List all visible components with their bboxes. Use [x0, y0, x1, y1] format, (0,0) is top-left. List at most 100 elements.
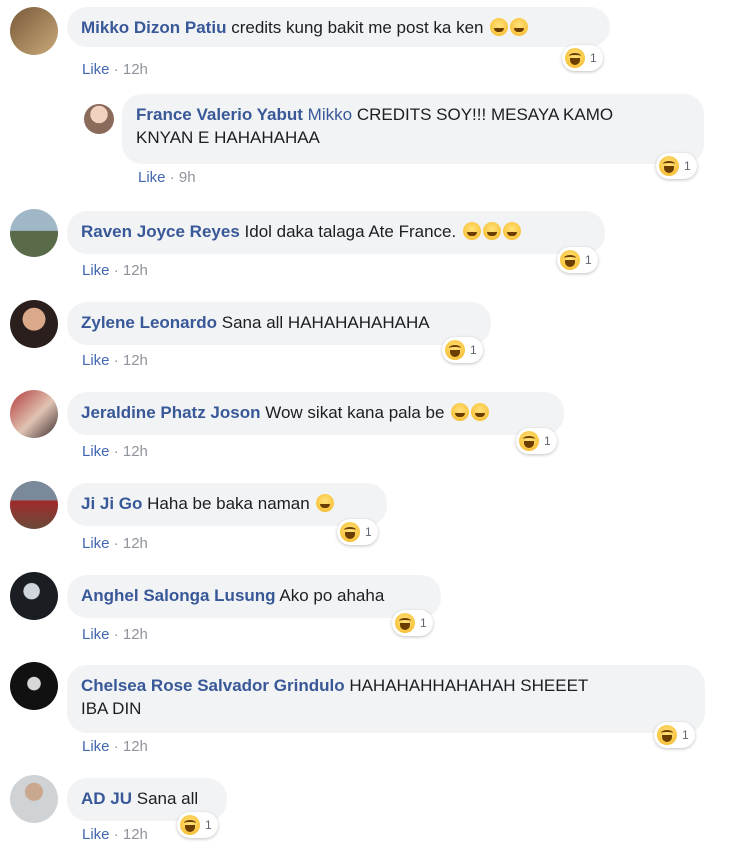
- comment-meta: Like · 9h: [138, 169, 196, 186]
- comment-text-line2: IBA DIN: [81, 699, 142, 718]
- timestamp[interactable]: 9h: [179, 169, 196, 186]
- comment-bubble: Raven Joyce Reyes Idol daka talaga Ate F…: [67, 211, 605, 254]
- comment-bubble: Anghel Salonga Lusung Ako po ahaha: [67, 575, 441, 618]
- timestamp[interactable]: 12h: [123, 61, 148, 78]
- reaction-badge[interactable]: 1: [392, 610, 433, 636]
- comment-text: Idol daka talaga Ate France.: [244, 222, 457, 241]
- emoji-icon: [490, 18, 509, 36]
- comment-meta: Like · 12h: [82, 826, 148, 843]
- avatar[interactable]: [10, 572, 58, 620]
- like-link[interactable]: Like: [82, 535, 110, 552]
- avatar[interactable]: [10, 481, 58, 529]
- timestamp[interactable]: 12h: [123, 443, 148, 460]
- avatar[interactable]: [10, 209, 58, 257]
- emoji-icon: [482, 222, 501, 240]
- avatar[interactable]: [10, 662, 58, 710]
- emoji-icon: [316, 494, 335, 512]
- like-link[interactable]: Like: [82, 61, 110, 78]
- reaction-badge[interactable]: 1: [177, 812, 218, 838]
- avatar[interactable]: [10, 390, 58, 438]
- comment-bubble: Jeraldine Phatz Joson Wow sikat kana pal…: [67, 392, 564, 435]
- comment-text: credits kung bakit me post ka ken: [231, 18, 484, 37]
- haha-reaction-icon: [519, 431, 539, 451]
- separator: ·: [113, 352, 119, 369]
- timestamp[interactable]: 12h: [123, 352, 148, 369]
- like-link[interactable]: Like: [82, 352, 110, 369]
- comment-meta: Like · 12h: [82, 352, 148, 369]
- like-link[interactable]: Like: [138, 169, 166, 186]
- comment-author[interactable]: Chelsea Rose Salvador Grindulo: [81, 676, 345, 695]
- like-link[interactable]: Like: [82, 626, 110, 643]
- separator: ·: [113, 738, 119, 755]
- comment-meta: Like · 12h: [82, 262, 148, 279]
- separator: ·: [113, 61, 119, 78]
- comment-text: Wow sikat kana pala be: [265, 403, 445, 422]
- comment-meta: Like · 12h: [82, 443, 148, 460]
- comment-text-line2: KNYAN E HAHAHAHAA: [136, 128, 320, 147]
- timestamp[interactable]: 12h: [123, 826, 148, 843]
- comment-author[interactable]: Raven Joyce Reyes: [81, 222, 240, 241]
- comment-text: HAHAHAHHAHAHAH SHEEET: [349, 676, 589, 695]
- reaction-count: 1: [684, 159, 691, 173]
- comment-author[interactable]: Ji Ji Go: [81, 494, 142, 513]
- comment-author[interactable]: Anghel Salonga Lusung: [81, 586, 276, 605]
- comment-text: Ako po ahaha: [279, 586, 385, 605]
- avatar[interactable]: [10, 300, 58, 348]
- emoji-icon: [471, 403, 490, 421]
- comment-text: CREDITS SOY!!! MESAYA KAMO: [356, 105, 614, 124]
- separator: ·: [169, 169, 175, 186]
- comment-bubble: France Valerio Yabut Mikko CREDITS SOY!!…: [122, 94, 704, 164]
- haha-reaction-icon: [560, 250, 580, 270]
- comment-text: Sana all: [136, 789, 199, 808]
- separator: ·: [113, 262, 119, 279]
- comment-meta: Like · 12h: [82, 738, 148, 755]
- avatar[interactable]: [10, 7, 58, 55]
- reaction-count: 1: [420, 616, 427, 630]
- timestamp[interactable]: 12h: [123, 626, 148, 643]
- emoji-icon: [502, 222, 521, 240]
- comment-author[interactable]: France Valerio Yabut: [136, 105, 303, 124]
- comment-bubble: Zylene Leonardo Sana all HAHAHAHAHAHA: [67, 302, 491, 345]
- separator: ·: [113, 443, 119, 460]
- like-link[interactable]: Like: [82, 262, 110, 279]
- comment-text: Haha be baka naman: [147, 494, 310, 513]
- reaction-badge[interactable]: 1: [442, 337, 483, 363]
- avatar[interactable]: [10, 775, 58, 823]
- haha-reaction-icon: [395, 613, 415, 633]
- reaction-badge[interactable]: 1: [557, 247, 598, 273]
- reaction-badge[interactable]: 1: [654, 722, 695, 748]
- comment-text: Sana all HAHAHAHAHAHA: [221, 313, 430, 332]
- haha-reaction-icon: [659, 156, 679, 176]
- separator: ·: [113, 626, 119, 643]
- timestamp[interactable]: 12h: [123, 535, 148, 552]
- comment-author[interactable]: Jeraldine Phatz Joson: [81, 403, 261, 422]
- reaction-badge[interactable]: 1: [516, 428, 557, 454]
- emoji-icon: [462, 222, 481, 240]
- avatar[interactable]: [84, 104, 114, 134]
- emoji-icon: [451, 403, 470, 421]
- comment-bubble: Mikko Dizon Patiu credits kung bakit me …: [67, 7, 610, 47]
- haha-reaction-icon: [445, 340, 465, 360]
- comment-author[interactable]: Zylene Leonardo: [81, 313, 217, 332]
- haha-reaction-icon: [565, 48, 585, 68]
- comment-meta: Like · 12h: [82, 626, 148, 643]
- separator: ·: [113, 535, 119, 552]
- reaction-badge[interactable]: 1: [562, 45, 603, 71]
- like-link[interactable]: Like: [82, 826, 110, 843]
- reaction-badge[interactable]: 1: [337, 519, 378, 545]
- separator: ·: [113, 826, 119, 843]
- timestamp[interactable]: 12h: [123, 738, 148, 755]
- haha-reaction-icon: [657, 725, 677, 745]
- like-link[interactable]: Like: [82, 738, 110, 755]
- comment-author[interactable]: AD JU: [81, 789, 132, 808]
- timestamp[interactable]: 12h: [123, 262, 148, 279]
- mention-link[interactable]: Mikko: [308, 105, 352, 124]
- comment-author[interactable]: Mikko Dizon Patiu: [81, 18, 226, 37]
- reaction-count: 1: [470, 343, 477, 357]
- comment-bubble: Chelsea Rose Salvador Grindulo HAHAHAHHA…: [67, 665, 705, 733]
- like-link[interactable]: Like: [82, 443, 110, 460]
- haha-reaction-icon: [340, 522, 360, 542]
- comment-bubble: Ji Ji Go Haha be baka naman: [67, 483, 387, 526]
- reaction-badge[interactable]: 1: [656, 153, 697, 179]
- reaction-count: 1: [544, 434, 551, 448]
